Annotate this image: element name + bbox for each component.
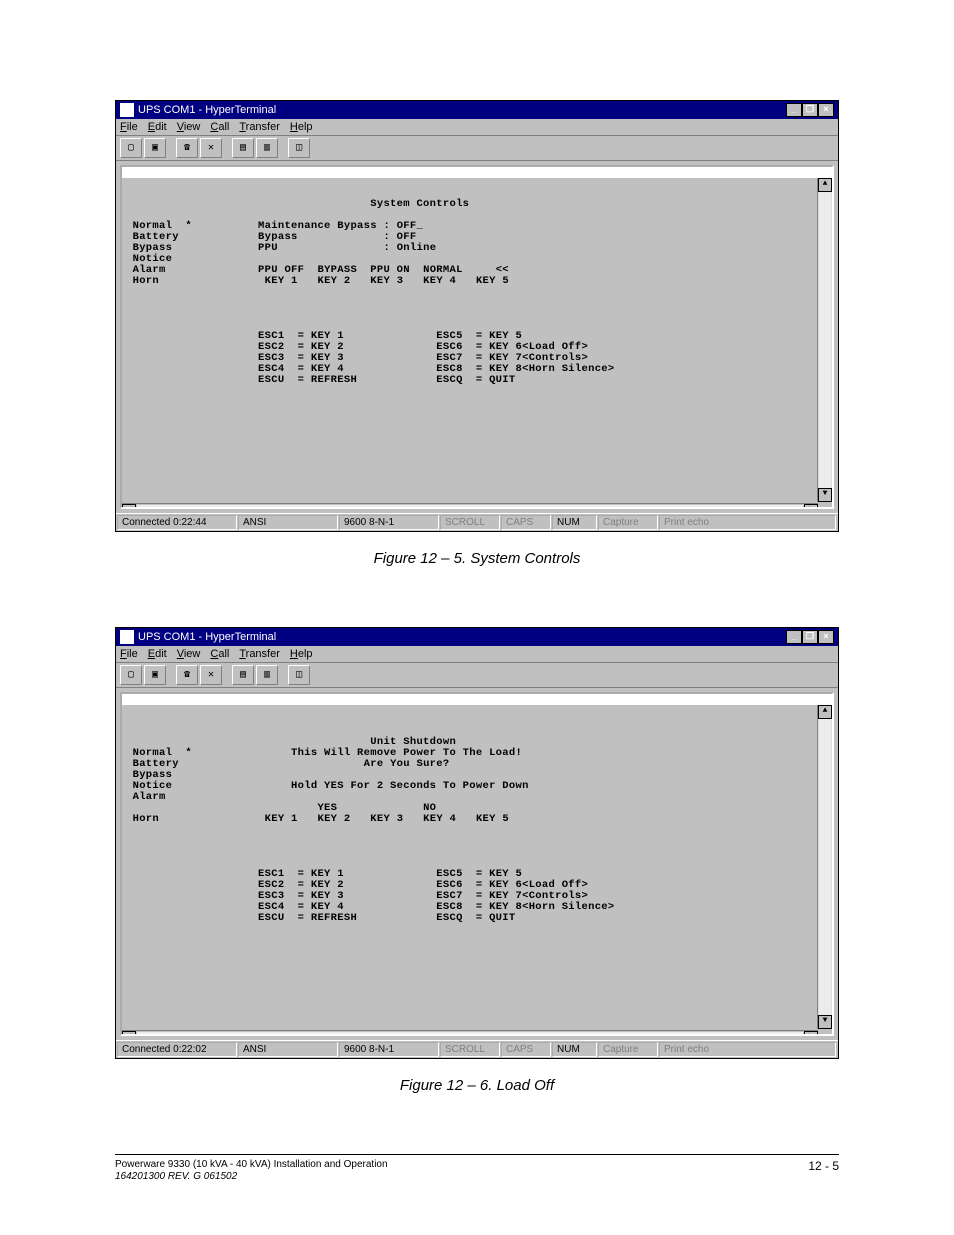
status-num: NUM: [552, 1042, 597, 1057]
toolbar-receive-icon[interactable]: ▥: [256, 138, 278, 158]
toolbar-properties-icon[interactable]: ◫: [288, 138, 310, 158]
scroll-track[interactable]: [137, 505, 803, 510]
menu-help[interactable]: Help: [290, 121, 313, 133]
document-page: UPS COM1 - HyperTerminal _ ❐ × File Edit…: [0, 0, 954, 1213]
status-encoding: ANSI: [238, 1042, 338, 1057]
menu-transfer[interactable]: Transfer: [239, 648, 280, 660]
status-capture: Capture: [598, 515, 658, 530]
toolbar-receive-icon[interactable]: ▥: [256, 665, 278, 685]
menu-file[interactable]: File: [120, 121, 138, 133]
status-printecho: Print echo: [659, 515, 836, 530]
menu-file[interactable]: File: [120, 648, 138, 660]
toolbar-connect-icon[interactable]: ☎: [176, 138, 198, 158]
vertical-scrollbar[interactable]: ▲ ▼: [817, 178, 832, 502]
status-scroll: SCROLL: [440, 515, 500, 530]
figure-caption-1: Figure 12 – 5. System Controls: [115, 550, 839, 567]
scroll-left-icon[interactable]: ◀: [122, 504, 136, 510]
menubar: File Edit View Call Transfer Help: [116, 119, 838, 136]
toolbar-disconnect-icon[interactable]: ✕: [200, 138, 222, 158]
status-time: Connected 0:22:44: [117, 515, 237, 530]
status-encoding: ANSI: [238, 515, 338, 530]
toolbar: ▢ ▣ ☎ ✕ ▤ ▥ ◫: [116, 136, 838, 161]
app-icon: [120, 103, 134, 117]
status-port: 9600 8-N-1: [339, 1042, 439, 1057]
window-title: UPS COM1 - HyperTerminal: [138, 631, 276, 643]
menu-call[interactable]: Call: [210, 648, 229, 660]
scroll-down-icon[interactable]: ▼: [818, 1015, 832, 1029]
scroll-track[interactable]: [137, 1032, 803, 1037]
terminal-content: Unit Shutdown Normal * This Will Remove …: [122, 705, 832, 945]
vertical-scrollbar[interactable]: ▲ ▼: [817, 705, 832, 1029]
scroll-up-icon[interactable]: ▲: [818, 705, 832, 719]
statusbar: Connected 0:22:02 ANSI 9600 8-N-1 SCROLL…: [116, 1040, 838, 1058]
toolbar: ▢ ▣ ☎ ✕ ▤ ▥ ◫: [116, 663, 838, 688]
page-number: 12 - 5: [808, 1159, 839, 1173]
titlebar: UPS COM1 - HyperTerminal _ ❐ ×: [116, 628, 838, 646]
scroll-down-icon[interactable]: ▼: [818, 488, 832, 502]
status-port: 9600 8-N-1: [339, 515, 439, 530]
footer-line-1: Powerware 9330 (10 kVA - 40 kVA) Install…: [115, 1159, 388, 1171]
menu-view[interactable]: View: [177, 121, 201, 133]
minimize-button[interactable]: _: [786, 103, 802, 117]
toolbar-new-icon[interactable]: ▢: [120, 665, 142, 685]
toolbar-send-icon[interactable]: ▤: [232, 138, 254, 158]
terminal-area: Unit Shutdown Normal * This Will Remove …: [120, 692, 834, 1036]
maximize-button[interactable]: ❐: [802, 103, 818, 117]
app-icon: [120, 630, 134, 644]
status-num: NUM: [552, 515, 597, 530]
status-time: Connected 0:22:02: [117, 1042, 237, 1057]
menu-call[interactable]: Call: [210, 121, 229, 133]
horizontal-scrollbar[interactable]: ◀ ▶: [122, 1030, 818, 1037]
minimize-button[interactable]: _: [786, 630, 802, 644]
toolbar-open-icon[interactable]: ▣: [144, 138, 166, 158]
hyperterminal-window-1: UPS COM1 - HyperTerminal _ ❐ × File Edit…: [115, 100, 839, 532]
toolbar-open-icon[interactable]: ▣: [144, 665, 166, 685]
window-title: UPS COM1 - HyperTerminal: [138, 104, 276, 116]
scroll-right-icon[interactable]: ▶: [804, 504, 818, 510]
menu-transfer[interactable]: Transfer: [239, 121, 280, 133]
close-button[interactable]: ×: [818, 103, 834, 117]
status-printecho: Print echo: [659, 1042, 836, 1057]
menu-help[interactable]: Help: [290, 648, 313, 660]
maximize-button[interactable]: ❐: [802, 630, 818, 644]
toolbar-properties-icon[interactable]: ◫: [288, 665, 310, 685]
close-button[interactable]: ×: [818, 630, 834, 644]
scroll-thumb[interactable]: [819, 719, 831, 1015]
footer-line-2: 164201300 REV. G 061502: [115, 1171, 388, 1183]
scroll-right-icon[interactable]: ▶: [804, 1031, 818, 1037]
statusbar: Connected 0:22:44 ANSI 9600 8-N-1 SCROLL…: [116, 513, 838, 531]
menubar: File Edit View Call Transfer Help: [116, 646, 838, 663]
status-capture: Capture: [598, 1042, 658, 1057]
status-caps: CAPS: [501, 515, 551, 530]
toolbar-disconnect-icon[interactable]: ✕: [200, 665, 222, 685]
horizontal-scrollbar[interactable]: ◀ ▶: [122, 503, 818, 510]
status-caps: CAPS: [501, 1042, 551, 1057]
terminal-content: System Controls Normal * Maintenance Byp…: [122, 178, 832, 407]
page-footer: Powerware 9330 (10 kVA - 40 kVA) Install…: [115, 1154, 839, 1183]
menu-view[interactable]: View: [177, 648, 201, 660]
toolbar-new-icon[interactable]: ▢: [120, 138, 142, 158]
menu-edit[interactable]: Edit: [148, 121, 167, 133]
terminal-area: System Controls Normal * Maintenance Byp…: [120, 165, 834, 509]
titlebar: UPS COM1 - HyperTerminal _ ❐ ×: [116, 101, 838, 119]
hyperterminal-window-2: UPS COM1 - HyperTerminal _ ❐ × File Edit…: [115, 627, 839, 1059]
menu-edit[interactable]: Edit: [148, 648, 167, 660]
status-scroll: SCROLL: [440, 1042, 500, 1057]
figure-caption-2: Figure 12 – 6. Load Off: [115, 1077, 839, 1094]
toolbar-send-icon[interactable]: ▤: [232, 665, 254, 685]
scroll-thumb[interactable]: [819, 192, 831, 488]
scroll-up-icon[interactable]: ▲: [818, 178, 832, 192]
toolbar-connect-icon[interactable]: ☎: [176, 665, 198, 685]
scroll-left-icon[interactable]: ◀: [122, 1031, 136, 1037]
